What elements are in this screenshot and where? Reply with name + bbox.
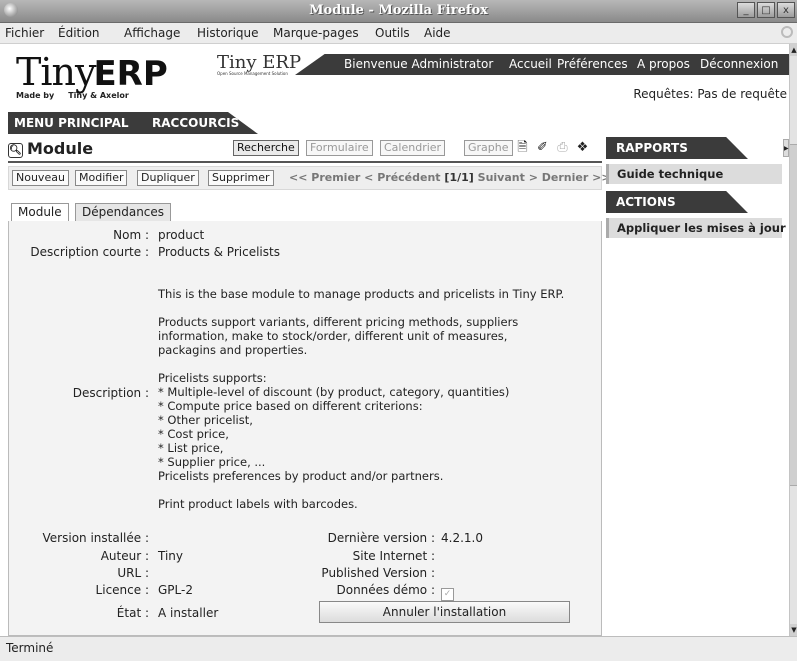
- link-deconnexion[interactable]: Déconnexion: [700, 57, 778, 71]
- short-desc-label: Description courte :: [30, 245, 149, 259]
- link-preferences[interactable]: Préférences: [557, 57, 628, 71]
- reports-header: RAPPORTS: [606, 137, 748, 159]
- logo-text-tiny: Tiny: [16, 50, 96, 94]
- pager-prev[interactable]: < Précédent: [364, 171, 440, 184]
- pin-icon[interactable]: ✐: [535, 140, 550, 155]
- window-title: Module - Mozilla Firefox: [309, 3, 488, 18]
- view-formulaire-button[interactable]: Formulaire: [306, 140, 373, 156]
- requests-info: Requêtes: Pas de requête: [633, 87, 787, 101]
- description-label: Description :: [72, 386, 149, 400]
- published-label: Published Version :: [321, 566, 435, 580]
- license-value: GPL-2: [158, 583, 193, 597]
- close-button[interactable]: x: [777, 2, 795, 18]
- pager: << Premier < Précédent [1/1] Suivant > D…: [289, 171, 611, 184]
- vertical-scrollbar[interactable]: ▲ ▼: [789, 44, 797, 636]
- demo-checkbox: ✓: [441, 588, 454, 601]
- installed-version-label: Version installée :: [42, 531, 149, 545]
- tab-module[interactable]: Module: [11, 203, 69, 221]
- license-label: Licence :: [95, 583, 149, 597]
- nom-value: product: [158, 228, 205, 242]
- menu-marque-pages[interactable]: Marque-pages: [273, 26, 359, 40]
- scroll-thumb[interactable]: [790, 144, 797, 486]
- menu-aide[interactable]: Aide: [424, 26, 451, 40]
- nouveau-button[interactable]: Nouveau: [12, 170, 69, 186]
- pager-last[interactable]: Dernier >>: [542, 171, 611, 184]
- link-accueil[interactable]: Accueil: [509, 57, 552, 71]
- modifier-button[interactable]: Modifier: [75, 170, 128, 186]
- print-icon[interactable]: 🗎: [515, 140, 530, 155]
- welcome-bar: Bienvenue Administrator Accueil Préféren…: [295, 54, 789, 75]
- status-text: Terminé: [6, 641, 54, 655]
- page-title-text: Module: [27, 139, 94, 158]
- website-label: Site Internet :: [352, 549, 435, 563]
- requests-label: Requêtes:: [633, 87, 694, 101]
- maximize-button[interactable]: □: [757, 2, 775, 18]
- search-icon: 🔍︎: [8, 143, 23, 158]
- tiny-erp-logo[interactable]: TinyERP Made by Tiny & Axelor: [16, 50, 168, 100]
- logo-text-erp: ERP: [93, 54, 168, 94]
- menu-affichage[interactable]: Affichage: [124, 26, 180, 40]
- pager-first[interactable]: << Premier: [289, 171, 360, 184]
- logo-madeby: Made by: [16, 91, 55, 100]
- nav-menu-principal[interactable]: MENU PRINCIPAL: [14, 116, 129, 130]
- page-title: 🔍︎ Module: [8, 139, 93, 158]
- action-bar: Nouveau Modifier Dupliquer Supprimer << …: [8, 166, 611, 190]
- view-graphe-button[interactable]: Graphe: [464, 140, 513, 156]
- module-form: Nom : product Description courte : Produ…: [8, 221, 602, 636]
- main-nav: MENU PRINCIPAL RACCOURCIS: [8, 112, 258, 134]
- requests-link[interactable]: Pas de requête: [697, 87, 787, 101]
- throbber-icon: [781, 26, 793, 38]
- view-header: 🔍︎ Module Recherche Formulaire Calendrier…: [8, 137, 602, 163]
- tab-dependances[interactable]: Dépendances: [75, 203, 172, 221]
- report-guide-technique[interactable]: Guide technique: [606, 164, 782, 184]
- link-a-propos[interactable]: A propos: [637, 57, 690, 71]
- actions-header: ACTIONS: [606, 191, 748, 213]
- nav-raccourcis[interactable]: RACCOURCIS: [152, 116, 239, 130]
- form-tabs: Module Dépendances: [8, 201, 602, 222]
- view-calendrier-button[interactable]: Calendrier: [380, 140, 446, 156]
- author-label: Auteur :: [100, 549, 149, 563]
- mini-logo-sub: Open Source Management Solution: [217, 71, 288, 76]
- menu-historique[interactable]: Historique: [197, 26, 259, 40]
- description-value: This is the base module to manage produc…: [158, 287, 565, 511]
- page-content: TinyERP Made by Tiny & Axelor Tiny ERP O…: [0, 44, 789, 636]
- menu-fichier[interactable]: Fichier: [5, 26, 44, 40]
- welcome-text: Bienvenue Administrator: [344, 57, 494, 71]
- cancel-install-button[interactable]: Annuler l'installation: [319, 601, 570, 623]
- author-value: Tiny: [158, 549, 184, 563]
- menu-edition[interactable]: Édition: [58, 26, 100, 40]
- pager-next[interactable]: Suivant >: [478, 171, 538, 184]
- demo-label: Données démo :: [336, 583, 435, 597]
- state-value: A installer: [158, 606, 219, 620]
- help-icon[interactable]: ❖: [575, 140, 590, 155]
- latest-version-value: 4.2.1.0: [441, 531, 483, 545]
- view-recherche-button[interactable]: Recherche: [233, 140, 299, 156]
- status-bar: Terminé: [0, 636, 797, 661]
- dupliquer-button[interactable]: Dupliquer: [137, 170, 199, 186]
- url-label: URL :: [117, 566, 149, 580]
- menubar: Fichier Édition Affichage Historique Mar…: [0, 23, 797, 44]
- logo-company: Tiny & Axelor: [68, 91, 129, 100]
- short-desc-value: Products & Pricelists: [158, 245, 280, 259]
- menu-outils[interactable]: Outils: [375, 26, 410, 40]
- minimize-button[interactable]: _: [737, 2, 755, 18]
- mini-logo: Tiny ERP Open Source Management Solution: [217, 52, 302, 76]
- supprimer-button[interactable]: Supprimer: [208, 170, 274, 186]
- state-label: État :: [116, 606, 149, 620]
- scroll-up-icon[interactable]: ▲: [790, 44, 797, 56]
- window-titlebar: Module - Mozilla Firefox _ □ x: [0, 0, 797, 23]
- scroll-down-icon[interactable]: ▼: [790, 624, 797, 636]
- latest-version-label: Dernière version :: [327, 531, 435, 545]
- mini-logo-text: Tiny ERP: [217, 52, 302, 73]
- action-appliquer-mises-a-jour[interactable]: Appliquer les mises à jour: [606, 218, 786, 238]
- nom-label: Nom :: [113, 228, 149, 242]
- pager-count: [1/1]: [444, 171, 474, 184]
- printer-icon[interactable]: ⎙: [555, 140, 570, 155]
